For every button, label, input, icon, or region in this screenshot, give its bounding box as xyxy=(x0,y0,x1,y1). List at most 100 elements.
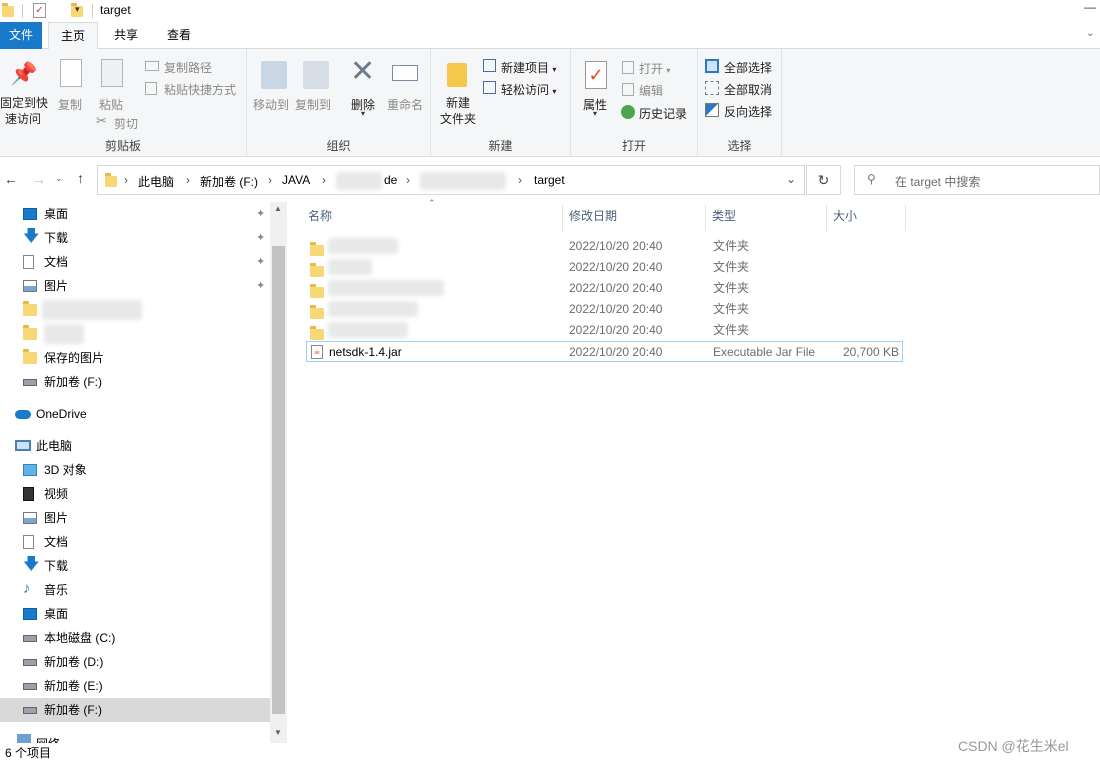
rename-icon xyxy=(392,65,418,81)
column-header-date[interactable]: 修改日期 xyxy=(569,205,705,227)
column-header-type[interactable]: 类型 xyxy=(712,205,826,227)
sidebar-item-drive-e[interactable]: 新加卷 (E:) xyxy=(0,674,270,698)
copy-to-button[interactable]: 复制到 xyxy=(295,96,331,113)
cut-button[interactable]: 剪切 xyxy=(114,115,138,132)
file-row[interactable]: 2022/10/20 20:40 文件夹 xyxy=(306,278,903,299)
tab-home[interactable]: 主页 xyxy=(48,22,98,50)
column-header-name[interactable]: 名称 xyxy=(308,205,562,227)
file-row[interactable]: 2022/10/20 20:40 文件夹 xyxy=(306,257,903,278)
easy-access-label: 轻松访问 xyxy=(501,83,550,97)
breadcrumb-this-pc[interactable]: 此电脑 xyxy=(138,173,174,190)
scrollbar-thumb[interactable] xyxy=(272,246,285,714)
minimize-button[interactable]: — xyxy=(1084,0,1096,14)
breadcrumb-project[interactable]: de xyxy=(384,173,397,187)
sidebar-item-desktop-pc[interactable]: 桌面 xyxy=(0,602,270,626)
sidebar-item-this-pc[interactable]: 此电脑 xyxy=(0,434,270,458)
new-folder-button[interactable]: 新建 文件夹 xyxy=(439,95,477,127)
sidebar-item-downloads[interactable]: 🡇 下载 ✦ xyxy=(0,226,270,250)
move-to-button[interactable]: 移动到 xyxy=(253,96,289,113)
sidebar-item-music[interactable]: ♪ 音乐 xyxy=(0,578,270,602)
select-none-button[interactable]: 全部取消 xyxy=(724,81,772,98)
picture-icon xyxy=(23,512,37,524)
paste-button[interactable]: 粘贴 xyxy=(99,96,123,113)
search-placeholder: 在 target 中搜索 xyxy=(895,175,981,189)
sidebar-item-pictures[interactable]: 图片 ✦ xyxy=(0,274,270,298)
group-label-select: 选择 xyxy=(727,139,752,153)
sidebar-label: 此电脑 xyxy=(36,439,73,453)
sidebar-item-downloads-pc[interactable]: 🡇 下载 xyxy=(0,554,270,578)
open-button[interactable]: 打开 ▾ xyxy=(639,60,670,77)
file-type: 文件夹 xyxy=(713,281,750,295)
invert-selection-button[interactable]: 反向选择 xyxy=(724,103,772,120)
redacted-label xyxy=(42,300,142,320)
sidebar-label: 桌面 xyxy=(44,207,69,221)
sidebar-item-network[interactable]: 网络 xyxy=(0,728,270,743)
sidebar-item-3d-objects[interactable]: 3D 对象 xyxy=(0,458,270,482)
scroll-up-icon[interactable]: ▲ xyxy=(274,204,282,213)
window-title: target xyxy=(100,3,131,17)
sidebar-item-pictures-pc[interactable]: 图片 xyxy=(0,506,270,530)
properties-dropdown-icon[interactable]: ▾ xyxy=(593,109,597,118)
up-arrow-icon[interactable]: ↑ xyxy=(77,170,84,186)
sidebar-label: 3D 对象 xyxy=(44,463,87,477)
edit-button[interactable]: 编辑 xyxy=(639,82,663,99)
back-arrow-icon[interactable]: ← xyxy=(4,171,18,187)
new-folder-icon xyxy=(447,63,467,87)
sidebar-item-drive-f-quick[interactable]: 新加卷 (F:) xyxy=(0,370,270,394)
search-box[interactable]: ⚲ 在 target 中搜索 xyxy=(854,165,1100,195)
file-row[interactable]: 2022/10/20 20:40 文件夹 xyxy=(306,236,903,257)
tab-share[interactable]: 共享 xyxy=(104,22,148,49)
sidebar-item-drive-c[interactable]: 本地磁盘 (C:) xyxy=(0,626,270,650)
file-row[interactable]: 2022/10/20 20:40 文件夹 xyxy=(306,320,903,341)
forward-arrow-icon[interactable]: → xyxy=(32,171,46,187)
navigation-bar: ← → ⌄ ↑ › 此电脑 › 新加卷 (F:) › JAVA › de › ›… xyxy=(0,157,1100,202)
sidebar-item-videos[interactable]: 视频 xyxy=(0,482,270,506)
sidebar-scrollbar[interactable]: ▲ ▼ xyxy=(270,202,287,743)
select-all-button[interactable]: 全部选择 xyxy=(724,59,772,76)
sidebar-item-drive-d[interactable]: 新加卷 (D:) xyxy=(0,650,270,674)
sidebar-item-documents[interactable]: 文档 ✦ xyxy=(0,250,270,274)
recent-locations-icon[interactable]: ⌄ xyxy=(55,173,63,184)
sidebar-item-onedrive[interactable]: OneDrive xyxy=(0,402,270,426)
copy-path-button[interactable]: 复制路径 xyxy=(164,59,212,76)
pin-quick-access-button[interactable]: 固定到快 速访问 xyxy=(0,95,48,127)
paste-shortcut-button[interactable]: 粘贴快捷方式 xyxy=(164,81,236,98)
tab-view[interactable]: 查看 xyxy=(156,22,202,49)
file-date: 2022/10/20 20:40 xyxy=(569,281,663,295)
history-button[interactable]: 历史记录 xyxy=(639,105,687,122)
address-box[interactable]: › 此电脑 › 新加卷 (F:) › JAVA › de › › target … xyxy=(97,165,805,195)
sidebar-item-saved-pictures[interactable]: 保存的图片 xyxy=(0,346,270,370)
breadcrumb-drive-f[interactable]: 新加卷 (F:) xyxy=(200,173,258,190)
column-header-size[interactable]: 大小 xyxy=(833,205,905,227)
breadcrumb-java[interactable]: JAVA xyxy=(282,173,310,187)
properties-quick-icon[interactable]: ✓ xyxy=(33,3,46,18)
sidebar-item-redacted-folder[interactable] xyxy=(0,322,270,346)
address-history-dropdown-icon[interactable]: ⌄ xyxy=(786,172,796,186)
easy-access-button[interactable]: 轻松访问 ▾ xyxy=(501,81,556,98)
ribbon-collapse-icon[interactable]: ⌄ xyxy=(1086,28,1094,39)
copy-button[interactable]: 复制 xyxy=(58,96,82,113)
desktop-icon xyxy=(23,608,37,620)
breadcrumb-target[interactable]: target xyxy=(534,173,565,187)
file-row[interactable]: 2022/10/20 20:40 文件夹 xyxy=(306,299,903,320)
sidebar-item-desktop[interactable]: 桌面 ✦ xyxy=(0,202,270,226)
navigation-pane: 桌面 ✦ 🡇 下载 ✦ 文档 ✦ 图片 ✦ 保存的图片 新加卷 (F:) OneDrive… xyxy=(0,202,287,743)
refresh-button[interactable]: ↻ xyxy=(806,165,841,195)
delete-dropdown-icon[interactable]: ▾ xyxy=(361,109,365,118)
group-clipboard: 📌 固定到快 速访问 复制 粘贴 复制路径 粘贴快捷方式 ✂ 剪切 剪贴板 xyxy=(0,49,247,157)
new-item-button[interactable]: 新建项目 ▾ xyxy=(501,59,556,76)
rename-button[interactable]: 重命名 xyxy=(387,96,423,113)
file-row-selected[interactable]: ☕ netsdk-1.4.jar 2022/10/20 20:40 Execut… xyxy=(306,341,903,362)
customize-quick-access-icon[interactable]: ▾ xyxy=(75,4,80,15)
file-type: 文件夹 xyxy=(713,239,750,253)
scroll-down-icon[interactable]: ▼ xyxy=(274,728,282,737)
sidebar-item-documents-pc[interactable]: 文档 xyxy=(0,530,270,554)
sidebar-item-drive-f[interactable]: 新加卷 (F:) xyxy=(0,698,270,722)
group-select: 全部选择 全部取消 反向选择 选择 xyxy=(698,49,782,157)
pin-icon: ✦ xyxy=(256,280,266,292)
sidebar-item-redacted-folder[interactable] xyxy=(0,298,270,322)
folder-icon xyxy=(23,301,37,316)
tab-file[interactable]: 文件 xyxy=(0,22,42,49)
breadcrumb-sep-icon: › xyxy=(518,173,522,187)
sidebar-label: 下载 xyxy=(44,231,69,245)
